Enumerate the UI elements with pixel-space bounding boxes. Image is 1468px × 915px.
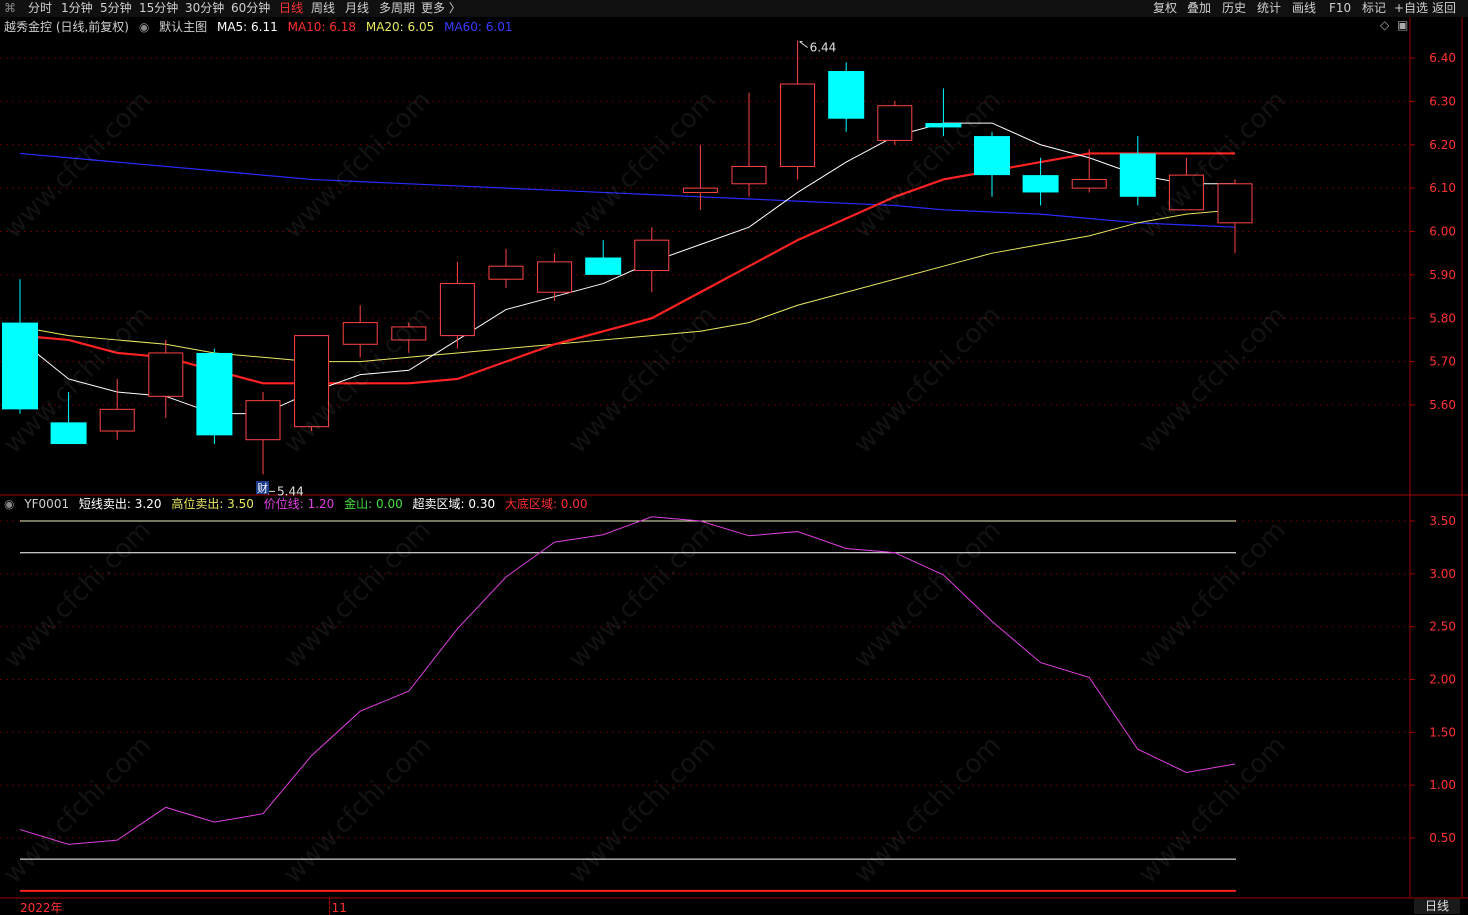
sub-y-tick-label: 2.50	[1429, 620, 1456, 634]
candle-body	[99, 408, 135, 432]
candle-body	[877, 105, 913, 141]
main-y-tick-label: 6.20	[1429, 138, 1456, 152]
main-y-tick-label: 6.00	[1429, 225, 1456, 239]
main-y-tick-label: 6.30	[1429, 94, 1456, 108]
ma20-line	[19, 209, 1236, 363]
time-label-year: 2022年	[20, 901, 63, 915]
candle-body	[1168, 174, 1204, 211]
sub-y-tick-label: 1.00	[1429, 778, 1456, 792]
candle-body	[974, 136, 1010, 176]
chart-canvas[interactable]: 6.40 6.30 6.20 6.10 6.00 5.90 5.80 5.70 5.60 3.50…	[0, 0, 1468, 915]
main-y-tick-label: 6.40	[1429, 51, 1456, 65]
candle-body	[148, 352, 184, 397]
finance-badge-label: 财	[257, 481, 268, 495]
candle-body	[1022, 175, 1059, 193]
candle-body	[439, 283, 475, 337]
sub-y-tick-label: 3.50	[1429, 514, 1456, 528]
candle-body	[731, 165, 767, 185]
period-tab[interactable]: 日线	[1414, 899, 1460, 914]
candle-body	[488, 265, 524, 280]
time-label-month: 11	[332, 901, 347, 915]
candle-body	[537, 261, 573, 293]
candle-body	[828, 71, 865, 119]
candle-body	[682, 187, 718, 193]
main-y-tick-label: 5.60	[1429, 398, 1456, 412]
candle-body	[1217, 183, 1253, 224]
candle-body	[634, 239, 670, 272]
candle-body	[342, 322, 378, 345]
main-y-tick-label: 5.90	[1429, 268, 1456, 282]
candle-body	[196, 352, 233, 436]
main-y-tick-label: 6.10	[1429, 181, 1456, 195]
sub-y-tick-label: 0.50	[1429, 831, 1456, 845]
candle-body	[245, 400, 281, 441]
high-arrow	[799, 41, 808, 49]
high-price-label: 6.44	[810, 41, 837, 55]
candle-body	[585, 257, 622, 275]
main-y-tick-label: 5.80	[1429, 311, 1456, 325]
candle-body	[294, 335, 330, 428]
candle-body	[1071, 178, 1107, 189]
candle-body	[391, 326, 427, 341]
candle-body	[1119, 153, 1156, 197]
sub-y-tick-label: 3.00	[1429, 567, 1456, 581]
candle-body	[2, 322, 38, 410]
sub-y-tick-label: 2.00	[1429, 673, 1456, 687]
sub-y-tick-label: 1.50	[1429, 725, 1456, 739]
low-price-label: 5.44	[277, 484, 304, 498]
price-line	[19, 516, 1236, 845]
candle-body	[925, 123, 962, 128]
candle-body	[780, 83, 816, 167]
main-y-tick-label: 5.70	[1429, 355, 1456, 369]
candle-body	[50, 422, 87, 445]
